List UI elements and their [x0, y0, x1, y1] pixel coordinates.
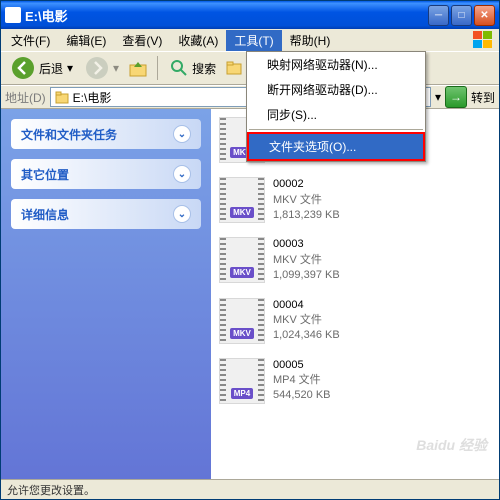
back-icon — [11, 56, 35, 80]
menu-edit[interactable]: 编辑(E) — [58, 30, 114, 51]
file-type: MKV 文件 — [273, 193, 340, 208]
file-info: 00004MKV 文件1,024,346 KB — [273, 298, 340, 344]
maximize-button[interactable]: □ — [451, 5, 472, 26]
menu-view[interactable]: 查看(V) — [114, 30, 170, 51]
forward-button[interactable]: ▾ — [81, 54, 123, 82]
file-info: 00002MKV 文件1,813,239 KB — [273, 177, 340, 223]
folder-icon — [55, 90, 69, 104]
menu-sync[interactable]: 同步(S)... — [247, 102, 425, 127]
folders-icon — [225, 58, 245, 78]
minimize-button[interactable]: ─ — [428, 5, 449, 26]
panel-details: 详细信息 ⌄ — [11, 199, 201, 229]
panel-file-tasks: 文件和文件夹任务 ⌄ — [11, 119, 201, 149]
menu-favorites[interactable]: 收藏(A) — [170, 30, 226, 51]
file-badge: MKV — [230, 328, 254, 339]
file-size: 1,813,239 KB — [273, 208, 340, 223]
menu-folder-options[interactable]: 文件夹选项(O)... — [249, 134, 423, 159]
statusbar: 允许您更改设置。 — [1, 479, 499, 499]
menu-file[interactable]: 文件(F) — [3, 30, 58, 51]
file-size: 544,520 KB — [273, 388, 331, 403]
status-text: 允许您更改设置。 — [7, 482, 95, 498]
chevron-down-icon: ⌄ — [173, 165, 191, 183]
window-icon — [5, 7, 21, 23]
address-label: 地址(D) — [5, 89, 46, 106]
toolbar-separator — [157, 56, 158, 80]
file-name: 00003 — [273, 237, 340, 252]
search-icon — [170, 59, 188, 77]
chevron-down-icon[interactable]: ▾ — [435, 90, 441, 104]
file-thumbnail: MP4 — [219, 358, 265, 404]
file-badge: MKV — [230, 207, 254, 218]
tools-dropdown: 映射网络驱动器(N)... 断开网络驱动器(D)... 同步(S)... 文件夹… — [246, 51, 426, 162]
forward-icon — [85, 56, 109, 80]
menu-tools[interactable]: 工具(T) — [226, 30, 281, 51]
file-name: 00005 — [273, 358, 331, 373]
file-thumbnail: MKV — [219, 177, 265, 223]
file-item[interactable]: MP4 00005MP4 文件544,520 KB — [219, 358, 491, 404]
file-info: 00005MP4 文件544,520 KB — [273, 358, 331, 404]
folder-up-icon — [128, 58, 148, 78]
go-button[interactable]: → — [445, 86, 467, 108]
chevron-down-icon: ▾ — [113, 61, 119, 75]
panel-header[interactable]: 文件和文件夹任务 ⌄ — [11, 119, 201, 149]
panel-header[interactable]: 其它位置 ⌄ — [11, 159, 201, 189]
file-info: 00003MKV 文件1,099,397 KB — [273, 237, 340, 283]
titlebar[interactable]: E:\电影 ─ □ ✕ — [1, 1, 499, 29]
tasks-sidebar: 文件和文件夹任务 ⌄ 其它位置 ⌄ 详细信息 ⌄ — [1, 109, 211, 479]
file-badge: MP4 — [231, 388, 253, 399]
panel-header[interactable]: 详细信息 ⌄ — [11, 199, 201, 229]
menubar: 文件(F) 编辑(E) 查看(V) 收藏(A) 工具(T) 帮助(H) — [1, 29, 499, 51]
file-item[interactable]: MKV 00004MKV 文件1,024,346 KB — [219, 298, 491, 344]
watermark: Baidu 经验 — [416, 435, 487, 455]
close-button[interactable]: ✕ — [474, 5, 495, 26]
chevron-down-icon: ▾ — [67, 61, 73, 75]
folders-button[interactable] — [224, 57, 246, 79]
windows-flag-icon — [473, 31, 493, 49]
file-size: 1,024,346 KB — [273, 328, 340, 343]
search-button[interactable]: 搜索 — [166, 57, 220, 79]
file-thumbnail: MKV — [219, 237, 265, 283]
up-button[interactable] — [127, 57, 149, 79]
go-label[interactable]: 转到 — [471, 89, 495, 106]
file-name: 00004 — [273, 298, 340, 313]
highlight-box: 文件夹选项(O)... — [247, 132, 425, 161]
menu-disconnect-drive[interactable]: 断开网络驱动器(D)... — [247, 77, 425, 102]
window-title: E:\电影 — [25, 6, 428, 25]
file-type: MKV 文件 — [273, 253, 340, 268]
menu-map-drive[interactable]: 映射网络驱动器(N)... — [247, 52, 425, 77]
panel-other-places: 其它位置 ⌄ — [11, 159, 201, 189]
address-path: E:\电影 — [73, 89, 112, 106]
window-controls: ─ □ ✕ — [428, 5, 495, 26]
file-thumbnail: MKV — [219, 298, 265, 344]
file-item[interactable]: MKV 00002MKV 文件1,813,239 KB — [219, 177, 491, 223]
file-badge: MKV — [230, 267, 254, 278]
content-area: 文件和文件夹任务 ⌄ 其它位置 ⌄ 详细信息 ⌄ MKV00001MKV 文件1… — [1, 109, 499, 479]
back-button[interactable]: 后退 ▾ — [7, 54, 77, 82]
chevron-down-icon: ⌄ — [173, 205, 191, 223]
file-name: 00002 — [273, 177, 340, 192]
file-list[interactable]: MKV00001MKV 文件1,313,869 KBMKV00002MKV 文件… — [211, 109, 499, 479]
explorer-window: E:\电影 ─ □ ✕ 文件(F) 编辑(E) 查看(V) 收藏(A) 工具(T… — [0, 0, 500, 500]
menu-separator — [249, 129, 423, 130]
chevron-down-icon: ⌄ — [173, 125, 191, 143]
file-size: 1,099,397 KB — [273, 268, 340, 283]
file-type: MKV 文件 — [273, 313, 340, 328]
file-item[interactable]: MKV 00003MKV 文件1,099,397 KB — [219, 237, 491, 283]
file-type: MP4 文件 — [273, 373, 331, 388]
menu-help[interactable]: 帮助(H) — [282, 30, 339, 51]
